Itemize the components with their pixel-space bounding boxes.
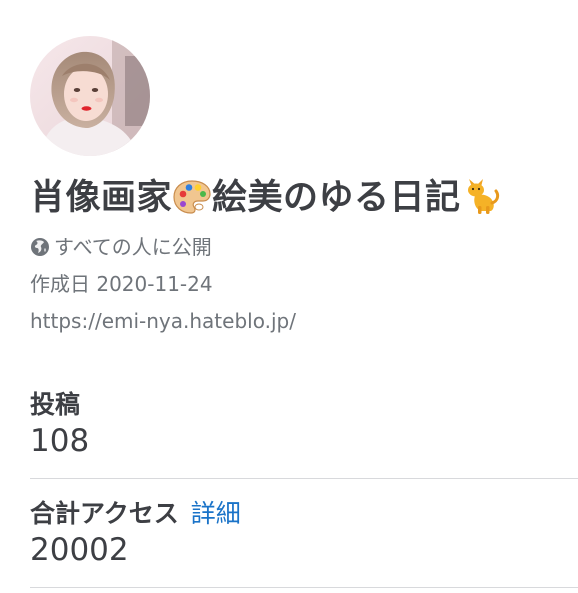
created-date: 作成日 2020-11-24: [30, 272, 213, 296]
access-details-link[interactable]: 詳細: [191, 499, 241, 528]
blog-avatar[interactable]: [30, 36, 150, 156]
posts-count: 108: [30, 423, 90, 459]
globe-icon: [30, 236, 50, 264]
posts-stat: 投稿 108: [30, 388, 578, 460]
divider: [30, 587, 578, 588]
palette-icon: [172, 179, 212, 228]
posts-label: 投稿: [30, 390, 81, 419]
blog-title[interactable]: 肖像画家 絵美のゆる日記: [30, 174, 501, 228]
access-label: 合計アクセス: [30, 499, 179, 528]
access-count: 20002: [30, 532, 129, 568]
cat-icon: [461, 175, 501, 228]
blog-url[interactable]: https://emi-nya.hateblo.jp/: [30, 307, 296, 335]
blog-title-text-2: 絵美のゆる日記: [212, 178, 461, 218]
visibility-status: すべての人に公開: [30, 233, 212, 264]
blog-title-text-1: 肖像画家: [30, 178, 173, 218]
access-label-row: 合計アクセス 詳細: [30, 497, 578, 531]
divider: [30, 478, 578, 479]
visibility-label: すべての人に公開: [54, 235, 212, 259]
access-stat: 合計アクセス 詳細 20002: [30, 497, 578, 569]
